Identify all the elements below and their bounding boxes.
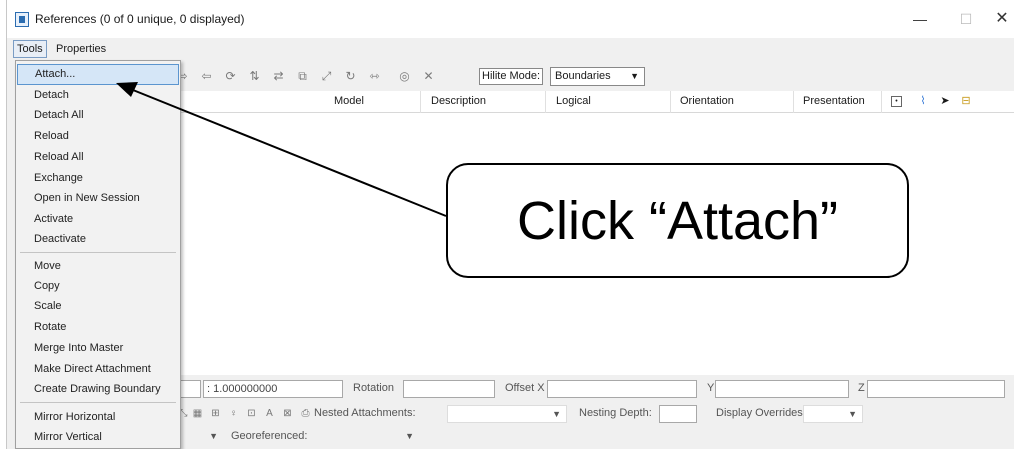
offset-y-field[interactable] bbox=[715, 380, 849, 398]
hilite-mode-value: Boundaries bbox=[555, 70, 611, 82]
georeference-row: ▼ Georeferenced: ▼ bbox=[175, 426, 1014, 448]
copy-tool-icon[interactable]: ⧉ bbox=[295, 69, 310, 84]
attachment-settings-row: : 1.000000000 Rotation Offset X Y Z bbox=[175, 377, 1014, 403]
settings-tool-icon[interactable]: ◎ bbox=[397, 69, 412, 84]
minimize-button[interactable]: — bbox=[905, 8, 935, 30]
menu-separator bbox=[20, 402, 176, 403]
rotate-tool-icon[interactable]: ↻ bbox=[343, 69, 358, 84]
scale-ref-field[interactable]: : 1.000000000 bbox=[203, 380, 343, 398]
nesting-depth-field[interactable] bbox=[659, 405, 697, 423]
attachments-table-header: Model Description Logical Orientation Pr… bbox=[175, 91, 1014, 113]
column-divider[interactable] bbox=[545, 91, 546, 113]
menu-item-exchange[interactable]: Exchange bbox=[17, 168, 179, 189]
callout-text: Click “Attach” bbox=[516, 190, 839, 251]
maximize-button[interactable]: ☐ bbox=[951, 8, 981, 30]
offset-x-field[interactable] bbox=[547, 380, 697, 398]
snap-column-icon[interactable]: ⌇ bbox=[916, 94, 930, 108]
locate-column-icon[interactable]: ➤ bbox=[938, 94, 952, 108]
title-bar: References (0 of 0 unique, 0 displayed) … bbox=[7, 0, 1014, 38]
move-tool-icon[interactable]: ⇄ bbox=[271, 69, 286, 84]
hilite-mode-label: Hilite Mode: bbox=[479, 68, 544, 85]
menu-bar: Tools Properties bbox=[7, 38, 1014, 60]
menu-properties[interactable]: Properties bbox=[53, 40, 109, 58]
exchange-tool-icon[interactable]: ⇅ bbox=[247, 69, 262, 84]
column-orientation[interactable]: Orientation bbox=[680, 95, 734, 107]
menu-item-mirror-horizontal[interactable]: Mirror Horizontal bbox=[17, 407, 179, 428]
menu-item-mirror-vertical[interactable]: Mirror Vertical bbox=[17, 427, 179, 448]
georeferenced-select[interactable]: ▼ bbox=[319, 428, 419, 446]
column-divider[interactable] bbox=[670, 91, 671, 113]
raster-icon[interactable]: ⊞ bbox=[209, 407, 222, 420]
menu-item-rotate[interactable]: Rotate bbox=[17, 317, 179, 338]
menu-item-reload-all[interactable]: Reload All bbox=[17, 147, 179, 168]
column-presentation[interactable]: Presentation bbox=[803, 95, 865, 107]
lock-column-icon[interactable]: ⊟ bbox=[959, 94, 973, 108]
bulb-icon[interactable]: ♀ bbox=[227, 407, 240, 420]
rotation-label: Rotation bbox=[353, 382, 394, 394]
offset-x-label: Offset X bbox=[505, 382, 545, 394]
chevron-down-icon: ▼ bbox=[630, 71, 639, 81]
offset-y-label: Y bbox=[707, 382, 715, 394]
menu-item-detach-all[interactable]: Detach All bbox=[17, 105, 179, 126]
instruction-callout: Click “Attach” bbox=[446, 163, 909, 278]
rotation-field[interactable] bbox=[403, 380, 495, 398]
menu-item-copy[interactable]: Copy bbox=[17, 276, 179, 297]
menu-item-detach[interactable]: Detach bbox=[17, 85, 179, 106]
column-divider[interactable] bbox=[420, 91, 421, 113]
annotation-icon[interactable]: A bbox=[263, 407, 276, 420]
tools-dropdown-menu: Attach... Detach Detach All Reload Reloa… bbox=[15, 60, 181, 449]
cell-icon[interactable]: ⊠ bbox=[281, 407, 294, 420]
nested-attachments-label: Nested Attachments: bbox=[314, 407, 416, 419]
references-app-icon bbox=[15, 12, 29, 27]
close-button[interactable]: ✕ bbox=[987, 8, 1014, 30]
hilite-mode-select[interactable]: Boundaries ▼ bbox=[550, 67, 645, 86]
column-divider[interactable] bbox=[793, 91, 794, 113]
window-title: References (0 of 0 unique, 0 displayed) bbox=[35, 12, 245, 26]
nested-attachments-select[interactable]: ▼ bbox=[447, 405, 567, 423]
column-divider[interactable] bbox=[881, 91, 882, 113]
offset-z-label: Z bbox=[858, 382, 865, 394]
print-icon[interactable]: ⎙ bbox=[299, 407, 312, 420]
column-logical[interactable]: Logical bbox=[556, 95, 591, 107]
attachment-options-row: ⤡ ▦ ⊞ ♀ ⊡ A ⊠ ⎙ Nested Attachments: ▼ Ne… bbox=[175, 402, 1014, 426]
display-column-icon[interactable]: • bbox=[891, 96, 902, 107]
menu-item-merge-into-master[interactable]: Merge Into Master bbox=[17, 338, 179, 359]
reload-tool-icon[interactable]: ⟳ bbox=[223, 69, 238, 84]
menu-item-open-new-session[interactable]: Open in New Session bbox=[17, 188, 179, 209]
menu-item-move[interactable]: Move bbox=[17, 256, 179, 277]
mirror-tool-icon[interactable]: ⇿ bbox=[367, 69, 382, 84]
menu-tools[interactable]: Tools bbox=[13, 40, 47, 58]
detach-tool-icon[interactable]: ⇦ bbox=[199, 69, 214, 84]
offset-z-field[interactable] bbox=[867, 380, 1005, 398]
scale-tool-icon[interactable]: ⤢ bbox=[319, 69, 334, 84]
menu-item-attach[interactable]: Attach... bbox=[17, 64, 179, 85]
grid-icon[interactable]: ▦ bbox=[191, 407, 204, 420]
menu-item-deactivate[interactable]: Deactivate bbox=[17, 229, 179, 250]
menu-item-scale[interactable]: Scale bbox=[17, 296, 179, 317]
menu-item-create-drawing-boundary[interactable]: Create Drawing Boundary bbox=[17, 379, 179, 400]
menu-separator bbox=[20, 252, 176, 253]
menu-item-activate[interactable]: Activate bbox=[17, 209, 179, 230]
type-select-arrow[interactable]: ▼ bbox=[177, 428, 223, 446]
georeferenced-label: Georeferenced: bbox=[231, 430, 308, 442]
delete-tool-icon[interactable]: ✕ bbox=[421, 69, 436, 84]
clip-icon[interactable]: ⊡ bbox=[245, 407, 258, 420]
column-description[interactable]: Description bbox=[431, 95, 486, 107]
display-overrides-label: Display Overrides: bbox=[716, 407, 806, 419]
menu-item-reload[interactable]: Reload bbox=[17, 126, 179, 147]
nesting-depth-label: Nesting Depth: bbox=[579, 407, 652, 419]
menu-item-make-direct-attachment[interactable]: Make Direct Attachment bbox=[17, 359, 179, 380]
column-model[interactable]: Model bbox=[334, 95, 364, 107]
display-overrides-select[interactable]: ▼ bbox=[803, 405, 863, 423]
